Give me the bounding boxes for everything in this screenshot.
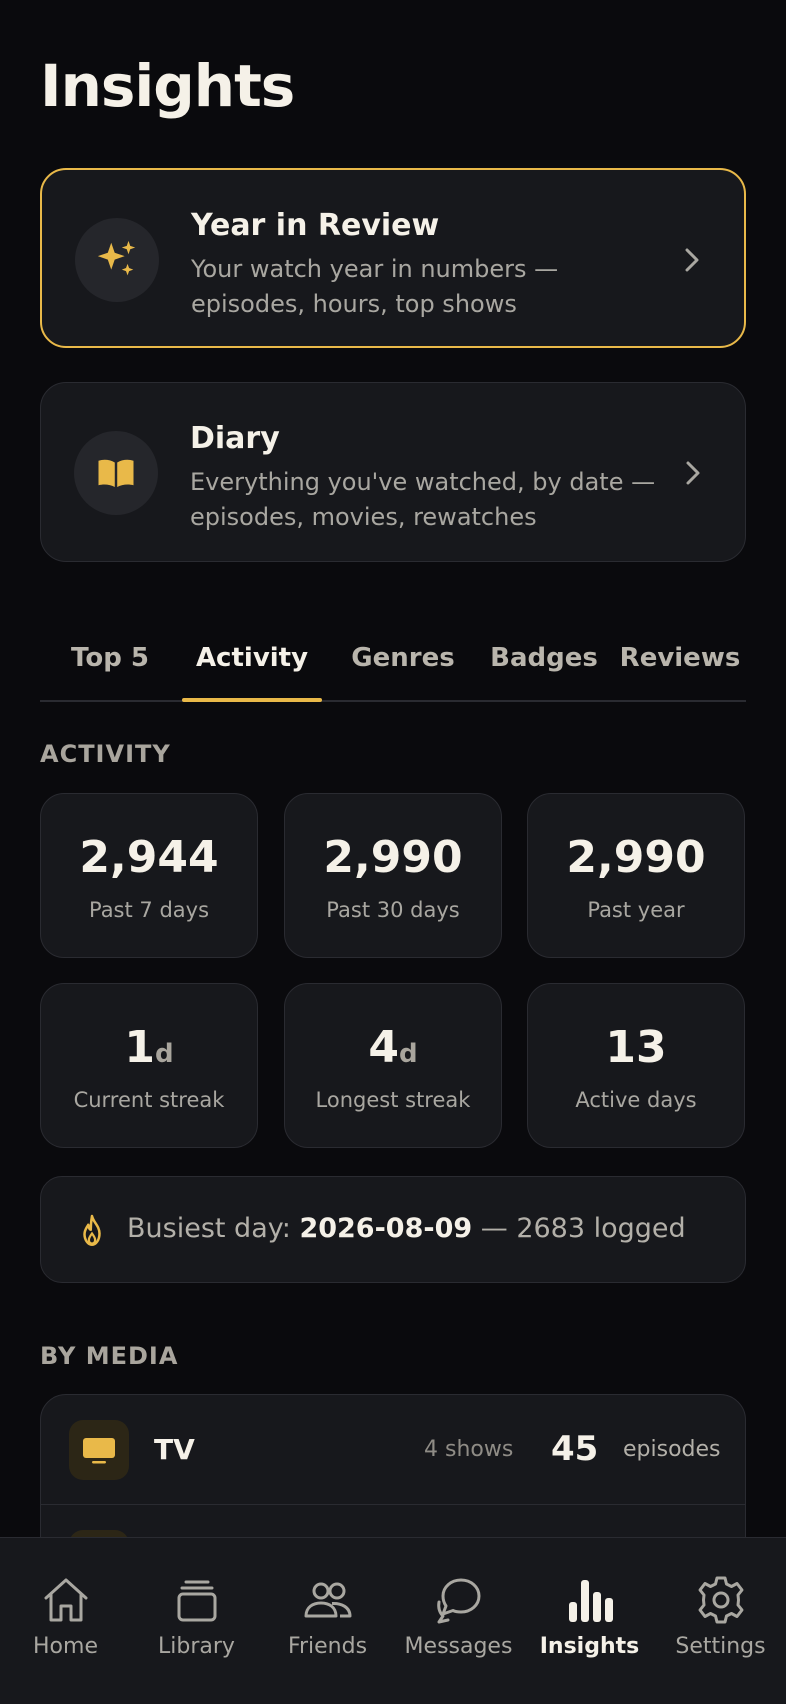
- stat-past-30-days: 2,990 Past 30 days: [284, 793, 502, 958]
- tv-icon: [69, 1420, 129, 1480]
- chevron-right-icon: [685, 248, 699, 272]
- nav-messages[interactable]: Messages: [393, 1538, 524, 1704]
- bottom-nav: Home Library Friends Messages Insights S…: [0, 1537, 786, 1704]
- nav-friends[interactable]: Friends: [262, 1538, 393, 1704]
- tab-activity[interactable]: Activity: [182, 640, 322, 700]
- active-tab-indicator: [182, 698, 322, 702]
- book-icon: [74, 431, 158, 515]
- nav-settings[interactable]: Settings: [655, 1538, 786, 1704]
- nav-label: Friends: [287, 1634, 368, 1659]
- stat-active-days: 13 Active days: [527, 983, 745, 1148]
- nav-label: Insights: [539, 1634, 640, 1659]
- stat-label: Active days: [575, 1088, 697, 1112]
- insights-tabs: Top 5 Activity Genres Badges Reviews: [40, 618, 746, 702]
- nav-label: Library: [158, 1634, 235, 1659]
- messages-icon: [437, 1578, 481, 1624]
- stat-label: Past 7 days: [88, 898, 210, 922]
- media-unit: episodes: [623, 1437, 721, 1462]
- insights-icon: [569, 1580, 613, 1622]
- stat-past-year: 2,990 Past year: [527, 793, 745, 958]
- stat-current-streak: 1d Current streak: [40, 983, 258, 1148]
- stat-longest-streak: 4d Longest streak: [284, 983, 502, 1148]
- busiest-day-card: Busiest day: 2026-08-09 — 2683 logged: [40, 1176, 746, 1283]
- friends-icon: [304, 1582, 352, 1618]
- nav-library[interactable]: Library: [131, 1538, 262, 1704]
- busiest-day-text: Busiest day: 2026-08-09 — 2683 logged: [127, 1213, 686, 1244]
- stat-value: 2,990: [566, 832, 706, 883]
- tab-top-5[interactable]: Top 5: [40, 640, 180, 700]
- nav-label: Home: [33, 1634, 98, 1659]
- page-title: Insights: [40, 52, 295, 120]
- stat-value: 2,944: [79, 832, 219, 883]
- busiest-day-date: 2026-08-09: [299, 1213, 473, 1244]
- stat-past-7-days: 2,944 Past 7 days: [40, 793, 258, 958]
- card-title: Diary: [190, 421, 280, 456]
- flame-icon: [83, 1214, 101, 1246]
- by-media-section-title: BY MEDIA: [40, 1342, 179, 1370]
- sparkles-icon: [75, 218, 159, 302]
- settings-icon: [698, 1576, 744, 1624]
- stat-label: Past 30 days: [326, 898, 460, 922]
- tab-genres[interactable]: Genres: [332, 640, 474, 700]
- card-subtitle: Everything you've watched, by date — epi…: [190, 468, 656, 531]
- media-shows-count: 4 shows: [424, 1437, 514, 1462]
- tab-reviews[interactable]: Reviews: [614, 640, 746, 700]
- stat-value: 2,990: [323, 832, 463, 883]
- card-title: Year in Review: [191, 208, 440, 243]
- stat-value: 4d: [368, 1022, 418, 1073]
- tab-badges[interactable]: Badges: [474, 640, 614, 700]
- media-episode-count: 45: [551, 1429, 599, 1469]
- diary-card[interactable]: Diary Everything you've watched, by date…: [40, 382, 746, 562]
- nav-label: Messages: [404, 1634, 513, 1659]
- stat-value: 1d: [124, 1022, 174, 1073]
- library-icon: [177, 1580, 217, 1622]
- stat-label: Past year: [587, 898, 685, 922]
- card-subtitle: Your watch year in numbers — episodes, h…: [191, 255, 559, 318]
- stat-label: Current streak: [73, 1088, 225, 1112]
- home-icon: [44, 1578, 88, 1622]
- chevron-right-icon: [686, 461, 700, 485]
- activity-section-title: ACTIVITY: [40, 740, 171, 768]
- year-in-review-card[interactable]: Year in Review Your watch year in number…: [40, 168, 746, 348]
- stat-value: 13: [605, 1022, 667, 1073]
- nav-insights[interactable]: Insights: [524, 1538, 655, 1704]
- stat-label: Longest streak: [315, 1088, 471, 1112]
- media-name: TV: [154, 1433, 195, 1466]
- media-row-tv[interactable]: TV 4 shows 45 episodes: [41, 1395, 745, 1505]
- nav-home[interactable]: Home: [0, 1538, 131, 1704]
- nav-label: Settings: [675, 1634, 766, 1659]
